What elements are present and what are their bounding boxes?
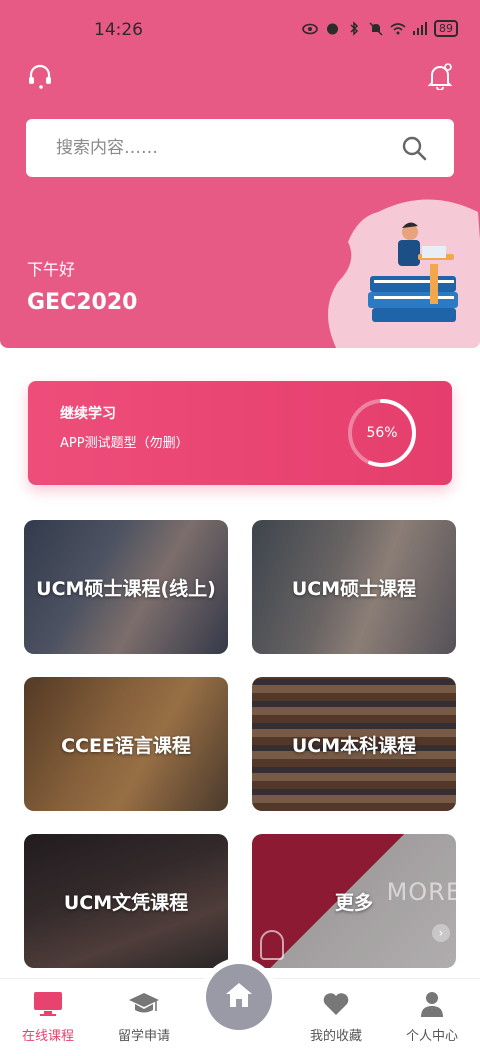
course-tile-label: UCM硕士课程 — [291, 577, 417, 600]
continue-learning-title: 继续学习 — [60, 406, 116, 422]
tab-favorites[interactable]: 我的收藏 — [288, 979, 384, 1056]
greeting-text: 下午好 — [27, 260, 76, 279]
status-time: 14:26 — [94, 20, 143, 40]
student-illustration — [318, 192, 480, 348]
home-button[interactable] — [206, 964, 272, 1030]
bluetooth-icon — [346, 21, 362, 37]
battery-indicator: 89 — [434, 20, 458, 37]
course-tile-ucm-master[interactable]: UCM硕士课程 — [252, 520, 456, 654]
search-icon[interactable] — [400, 134, 428, 162]
course-tile-label: UCM硕士课程(线上) — [36, 577, 216, 600]
course-tile-label: UCM文凭课程 — [63, 891, 189, 914]
course-tile-ccee-language[interactable]: CCEE语言课程 — [24, 677, 228, 811]
progress-percent: 56% — [366, 425, 398, 441]
course-tile-ucm-diploma[interactable]: UCM文凭课程 — [24, 834, 228, 968]
tab-label: 留学申请 — [117, 1029, 170, 1044]
username: GEC2020 — [27, 290, 138, 315]
notification-bell-icon[interactable] — [426, 62, 454, 90]
eye-icon — [302, 21, 318, 37]
course-tile-label: CCEE语言课程 — [61, 734, 191, 757]
graduation-cap-icon — [128, 989, 160, 1019]
monitor-icon — [32, 989, 64, 1019]
mute-icon — [368, 21, 384, 37]
tab-label: 我的收藏 — [309, 1029, 362, 1044]
continue-learning-card[interactable]: 继续学习 APP测试题型（勿删） 56% — [28, 381, 452, 485]
tab-online-courses[interactable]: 在线课程 — [0, 979, 96, 1056]
tab-label: 个人中心 — [405, 1029, 458, 1044]
headset-icon[interactable] — [26, 62, 54, 90]
status-icons: 89 — [302, 20, 458, 37]
search-bar[interactable] — [26, 119, 454, 177]
tab-profile[interactable]: 个人中心 — [384, 979, 480, 1056]
person-icon — [416, 989, 448, 1019]
continue-course-name: APP测试题型（勿删） — [60, 436, 189, 451]
home-icon — [224, 981, 254, 1013]
course-tile-ucm-bachelor[interactable]: UCM本科课程 — [252, 677, 456, 811]
signal-icon — [412, 21, 428, 37]
header-banner: 14:26 89 搜索内容…… 下午好 GEC2020 — [0, 0, 480, 348]
tab-study-abroad[interactable]: 留学申请 — [96, 979, 192, 1056]
status-bar: 14:26 89 — [0, 0, 480, 60]
course-tile-label: 更多 — [334, 891, 373, 914]
course-tile-ucm-master-online[interactable]: UCM硕士课程(线上) — [24, 520, 228, 654]
alarm-icon — [324, 21, 340, 37]
course-tile-more[interactable]: MORE › 更多 — [252, 834, 456, 968]
heart-icon — [320, 989, 352, 1019]
tab-label: 在线课程 — [21, 1029, 74, 1044]
wifi-icon — [390, 21, 406, 37]
search-input[interactable] — [56, 138, 376, 158]
course-tile-label: UCM本科课程 — [291, 734, 417, 757]
